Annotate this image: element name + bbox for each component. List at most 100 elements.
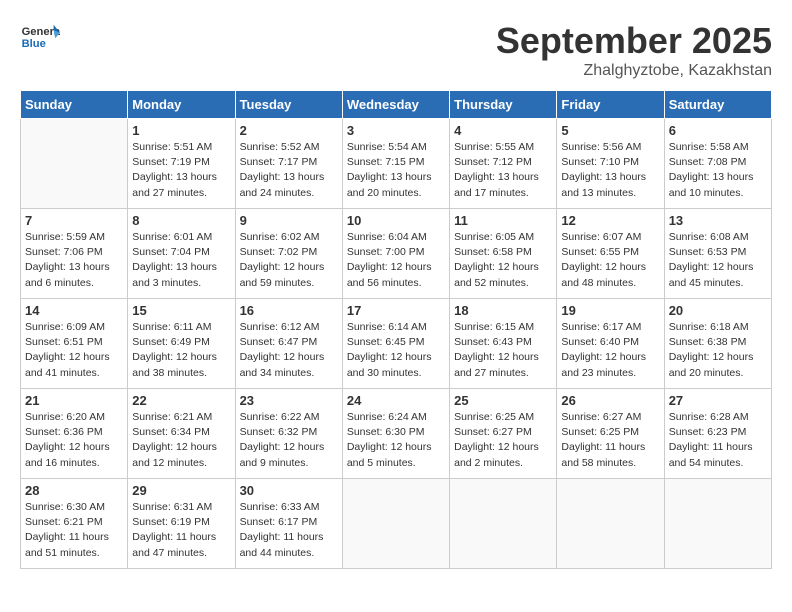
day-number: 19 bbox=[561, 303, 659, 318]
day-number: 7 bbox=[25, 213, 123, 228]
day-info: Sunrise: 6:22 AMSunset: 6:32 PMDaylight:… bbox=[240, 410, 338, 471]
calendar-cell: 25 Sunrise: 6:25 AMSunset: 6:27 PMDayligh… bbox=[450, 389, 557, 479]
weekday-header-friday: Friday bbox=[557, 91, 664, 119]
day-info: Sunrise: 6:20 AMSunset: 6:36 PMDaylight:… bbox=[25, 410, 123, 471]
day-info: Sunrise: 6:21 AMSunset: 6:34 PMDaylight:… bbox=[132, 410, 230, 471]
calendar-cell bbox=[557, 479, 664, 569]
calendar-cell: 12 Sunrise: 6:07 AMSunset: 6:55 PMDayligh… bbox=[557, 209, 664, 299]
day-number: 23 bbox=[240, 393, 338, 408]
day-info: Sunrise: 5:55 AMSunset: 7:12 PMDaylight:… bbox=[454, 140, 552, 201]
day-number: 15 bbox=[132, 303, 230, 318]
day-info: Sunrise: 6:02 AMSunset: 7:02 PMDaylight:… bbox=[240, 230, 338, 291]
day-number: 20 bbox=[669, 303, 767, 318]
day-number: 25 bbox=[454, 393, 552, 408]
day-number: 9 bbox=[240, 213, 338, 228]
calendar-cell: 21 Sunrise: 6:20 AMSunset: 6:36 PMDayligh… bbox=[21, 389, 128, 479]
title-block: September 2025 Zhalghyztobe, Kazakhstan bbox=[496, 20, 772, 80]
day-number: 27 bbox=[669, 393, 767, 408]
day-info: Sunrise: 5:59 AMSunset: 7:06 PMDaylight:… bbox=[25, 230, 123, 291]
calendar-cell: 18 Sunrise: 6:15 AMSunset: 6:43 PMDayligh… bbox=[450, 299, 557, 389]
day-info: Sunrise: 6:08 AMSunset: 6:53 PMDaylight:… bbox=[669, 230, 767, 291]
calendar-cell: 6 Sunrise: 5:58 AMSunset: 7:08 PMDaylight… bbox=[664, 119, 771, 209]
day-number: 13 bbox=[669, 213, 767, 228]
day-info: Sunrise: 5:51 AMSunset: 7:19 PMDaylight:… bbox=[132, 140, 230, 201]
day-info: Sunrise: 6:12 AMSunset: 6:47 PMDaylight:… bbox=[240, 320, 338, 381]
calendar-cell: 4 Sunrise: 5:55 AMSunset: 7:12 PMDaylight… bbox=[450, 119, 557, 209]
calendar-cell bbox=[450, 479, 557, 569]
day-number: 17 bbox=[347, 303, 445, 318]
day-number: 6 bbox=[669, 123, 767, 138]
calendar-cell: 27 Sunrise: 6:28 AMSunset: 6:23 PMDayligh… bbox=[664, 389, 771, 479]
day-number: 10 bbox=[347, 213, 445, 228]
day-number: 28 bbox=[25, 483, 123, 498]
day-info: Sunrise: 5:58 AMSunset: 7:08 PMDaylight:… bbox=[669, 140, 767, 201]
calendar-table: SundayMondayTuesdayWednesdayThursdayFrid… bbox=[20, 90, 772, 569]
calendar-cell: 1 Sunrise: 5:51 AMSunset: 7:19 PMDaylight… bbox=[128, 119, 235, 209]
day-info: Sunrise: 6:31 AMSunset: 6:19 PMDaylight:… bbox=[132, 500, 230, 561]
calendar-cell: 2 Sunrise: 5:52 AMSunset: 7:17 PMDaylight… bbox=[235, 119, 342, 209]
calendar-cell: 15Sunrise: 6:11 AMSunset: 6:49 PMDayligh… bbox=[128, 299, 235, 389]
week-row-3: 14 Sunrise: 6:09 AMSunset: 6:51 PMDayligh… bbox=[21, 299, 772, 389]
day-number: 2 bbox=[240, 123, 338, 138]
day-info: Sunrise: 5:54 AMSunset: 7:15 PMDaylight:… bbox=[347, 140, 445, 201]
calendar-cell: 10 Sunrise: 6:04 AMSunset: 7:00 PMDayligh… bbox=[342, 209, 449, 299]
weekday-header-sunday: Sunday bbox=[21, 91, 128, 119]
day-info: Sunrise: 6:25 AMSunset: 6:27 PMDaylight:… bbox=[454, 410, 552, 471]
weekday-header-wednesday: Wednesday bbox=[342, 91, 449, 119]
day-info: Sunrise: 6:05 AMSunset: 6:58 PMDaylight:… bbox=[454, 230, 552, 291]
day-info: Sunrise: 6:07 AMSunset: 6:55 PMDaylight:… bbox=[561, 230, 659, 291]
day-info: Sunrise: 6:14 AMSunset: 6:45 PMDaylight:… bbox=[347, 320, 445, 381]
day-info: Sunrise: 6:15 AMSunset: 6:43 PMDaylight:… bbox=[454, 320, 552, 381]
weekday-header-tuesday: Tuesday bbox=[235, 91, 342, 119]
day-info: Sunrise: 6:27 AMSunset: 6:25 PMDaylight:… bbox=[561, 410, 659, 471]
day-number: 22 bbox=[132, 393, 230, 408]
weekday-header-monday: Monday bbox=[128, 91, 235, 119]
calendar-cell: 8Sunrise: 6:01 AMSunset: 7:04 PMDaylight… bbox=[128, 209, 235, 299]
week-row-2: 7 Sunrise: 5:59 AMSunset: 7:06 PMDaylight… bbox=[21, 209, 772, 299]
calendar-cell bbox=[342, 479, 449, 569]
calendar-cell: 9 Sunrise: 6:02 AMSunset: 7:02 PMDaylight… bbox=[235, 209, 342, 299]
calendar-cell bbox=[21, 119, 128, 209]
calendar-cell: 22 Sunrise: 6:21 AMSunset: 6:34 PMDayligh… bbox=[128, 389, 235, 479]
weekday-header-thursday: Thursday bbox=[450, 91, 557, 119]
day-info: Sunrise: 5:52 AMSunset: 7:17 PMDaylight:… bbox=[240, 140, 338, 201]
weekday-header-saturday: Saturday bbox=[664, 91, 771, 119]
logo-icon: General Blue bbox=[20, 20, 60, 55]
day-number: 18 bbox=[454, 303, 552, 318]
calendar-cell: 19 Sunrise: 6:17 AMSunset: 6:40 PMDayligh… bbox=[557, 299, 664, 389]
day-number: 30 bbox=[240, 483, 338, 498]
day-info: Sunrise: 6:24 AMSunset: 6:30 PMDaylight:… bbox=[347, 410, 445, 471]
calendar-cell: 28 Sunrise: 6:30 AMSunset: 6:21 PMDayligh… bbox=[21, 479, 128, 569]
day-number: 1 bbox=[132, 123, 230, 138]
calendar-cell: 5 Sunrise: 5:56 AMSunset: 7:10 PMDaylight… bbox=[557, 119, 664, 209]
day-info: Sunrise: 5:56 AMSunset: 7:10 PMDaylight:… bbox=[561, 140, 659, 201]
day-number: 21 bbox=[25, 393, 123, 408]
day-info: Sunrise: 6:28 AMSunset: 6:23 PMDaylight:… bbox=[669, 410, 767, 471]
day-number: 14 bbox=[25, 303, 123, 318]
calendar-cell: 16Sunrise: 6:12 AMSunset: 6:47 PMDayligh… bbox=[235, 299, 342, 389]
day-info: Sunrise: 6:17 AMSunset: 6:40 PMDaylight:… bbox=[561, 320, 659, 381]
calendar-cell: 20 Sunrise: 6:18 AMSunset: 6:38 PMDayligh… bbox=[664, 299, 771, 389]
day-info: Sunrise: 6:09 AMSunset: 6:51 PMDaylight:… bbox=[25, 320, 123, 381]
week-row-4: 21 Sunrise: 6:20 AMSunset: 6:36 PMDayligh… bbox=[21, 389, 772, 479]
weekday-header-row: SundayMondayTuesdayWednesdayThursdayFrid… bbox=[21, 91, 772, 119]
day-number: 5 bbox=[561, 123, 659, 138]
week-row-1: 1 Sunrise: 5:51 AMSunset: 7:19 PMDaylight… bbox=[21, 119, 772, 209]
day-number: 3 bbox=[347, 123, 445, 138]
day-info: Sunrise: 6:30 AMSunset: 6:21 PMDaylight:… bbox=[25, 500, 123, 561]
calendar-cell bbox=[664, 479, 771, 569]
day-number: 8 bbox=[132, 213, 230, 228]
day-number: 4 bbox=[454, 123, 552, 138]
calendar-cell: 3 Sunrise: 5:54 AMSunset: 7:15 PMDaylight… bbox=[342, 119, 449, 209]
location-title: Zhalghyztobe, Kazakhstan bbox=[496, 62, 772, 80]
day-number: 29 bbox=[132, 483, 230, 498]
day-number: 12 bbox=[561, 213, 659, 228]
day-info: Sunrise: 6:18 AMSunset: 6:38 PMDaylight:… bbox=[669, 320, 767, 381]
week-row-5: 28 Sunrise: 6:30 AMSunset: 6:21 PMDayligh… bbox=[21, 479, 772, 569]
calendar-cell: 11Sunrise: 6:05 AMSunset: 6:58 PMDayligh… bbox=[450, 209, 557, 299]
calendar-cell: 17 Sunrise: 6:14 AMSunset: 6:45 PMDayligh… bbox=[342, 299, 449, 389]
page-header: General Blue September 2025 Zhalghyztobe… bbox=[20, 20, 772, 80]
month-title: September 2025 bbox=[496, 20, 772, 62]
svg-text:Blue: Blue bbox=[22, 38, 46, 50]
day-info: Sunrise: 6:04 AMSunset: 7:00 PMDaylight:… bbox=[347, 230, 445, 291]
